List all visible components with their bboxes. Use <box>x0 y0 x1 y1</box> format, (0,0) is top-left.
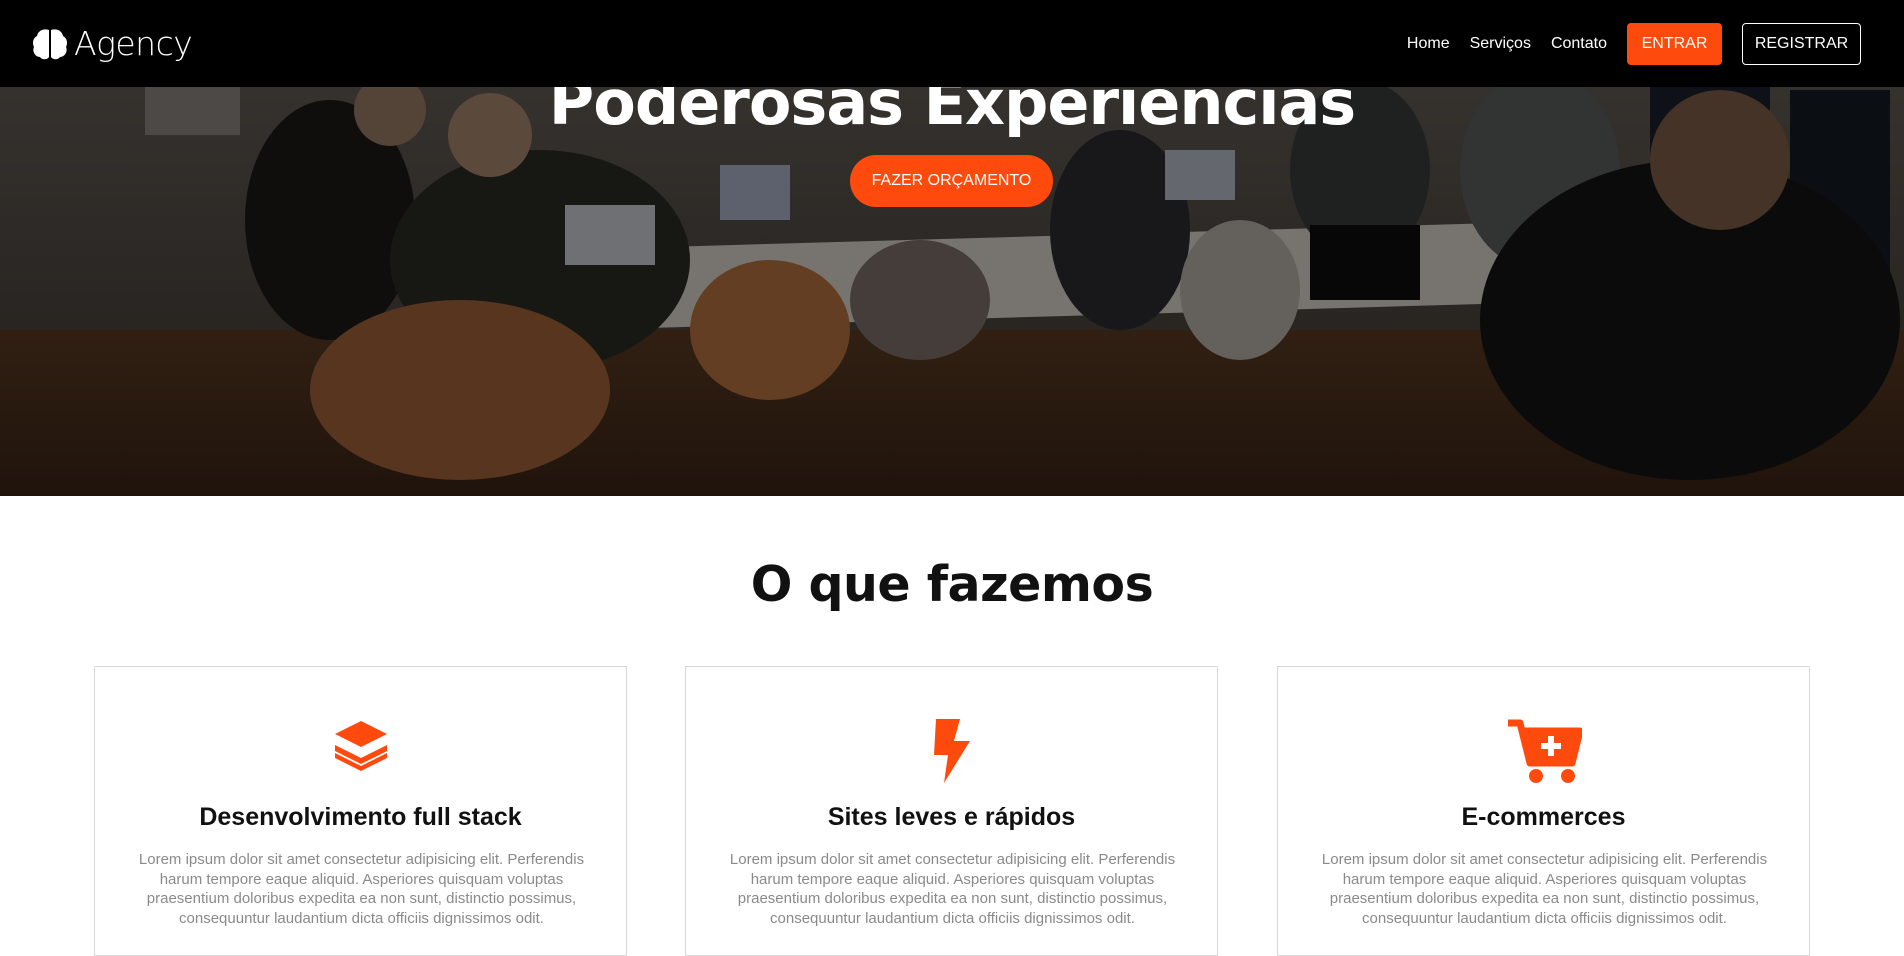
service-card-fast-sites: Sites leves e rápidos Lorem ipsum dolor … <box>685 666 1218 956</box>
brand-logo[interactable]: Agency <box>32 24 193 63</box>
cart-plus-icon <box>1507 719 1582 783</box>
nav-links: Home Serviços Contato ENTRAR REGISTRAR <box>1407 0 1904 87</box>
request-quote-button[interactable]: FAZER ORÇAMENTO <box>850 155 1053 207</box>
card-title: Sites leves e rápidos <box>827 803 1076 831</box>
card-title: E-commerces <box>1461 803 1626 831</box>
section-title: O que fazemos <box>750 556 1154 613</box>
register-button[interactable]: REGISTRAR <box>1742 22 1861 65</box>
nav-link-contact[interactable]: Contato <box>1551 35 1607 53</box>
card-title: Desenvolvimento full stack <box>199 803 522 831</box>
lightning-icon <box>933 719 970 783</box>
card-text: Lorem ipsum dolor sit amet consectetur a… <box>138 851 585 927</box>
navbar: Agency Home Serviços Contato ENTRAR REGI… <box>0 0 1904 87</box>
card-text: Lorem ipsum dolor sit amet consectetur a… <box>729 851 1176 927</box>
nav-link-home[interactable]: Home <box>1407 35 1450 53</box>
brain-icon <box>33 28 67 59</box>
service-card-fullstack: Desenvolvimento full stack Lorem ipsum d… <box>94 666 627 956</box>
card-text: Lorem ipsum dolor sit amet consectetur a… <box>1321 851 1768 927</box>
brand-name: Agency <box>74 24 193 63</box>
nav-link-services[interactable]: Serviços <box>1470 35 1531 53</box>
login-button[interactable]: ENTRAR <box>1627 22 1722 65</box>
service-card-ecommerce: E-commerces Lorem ipsum dolor sit amet c… <box>1277 666 1810 956</box>
layers-icon <box>334 721 387 771</box>
